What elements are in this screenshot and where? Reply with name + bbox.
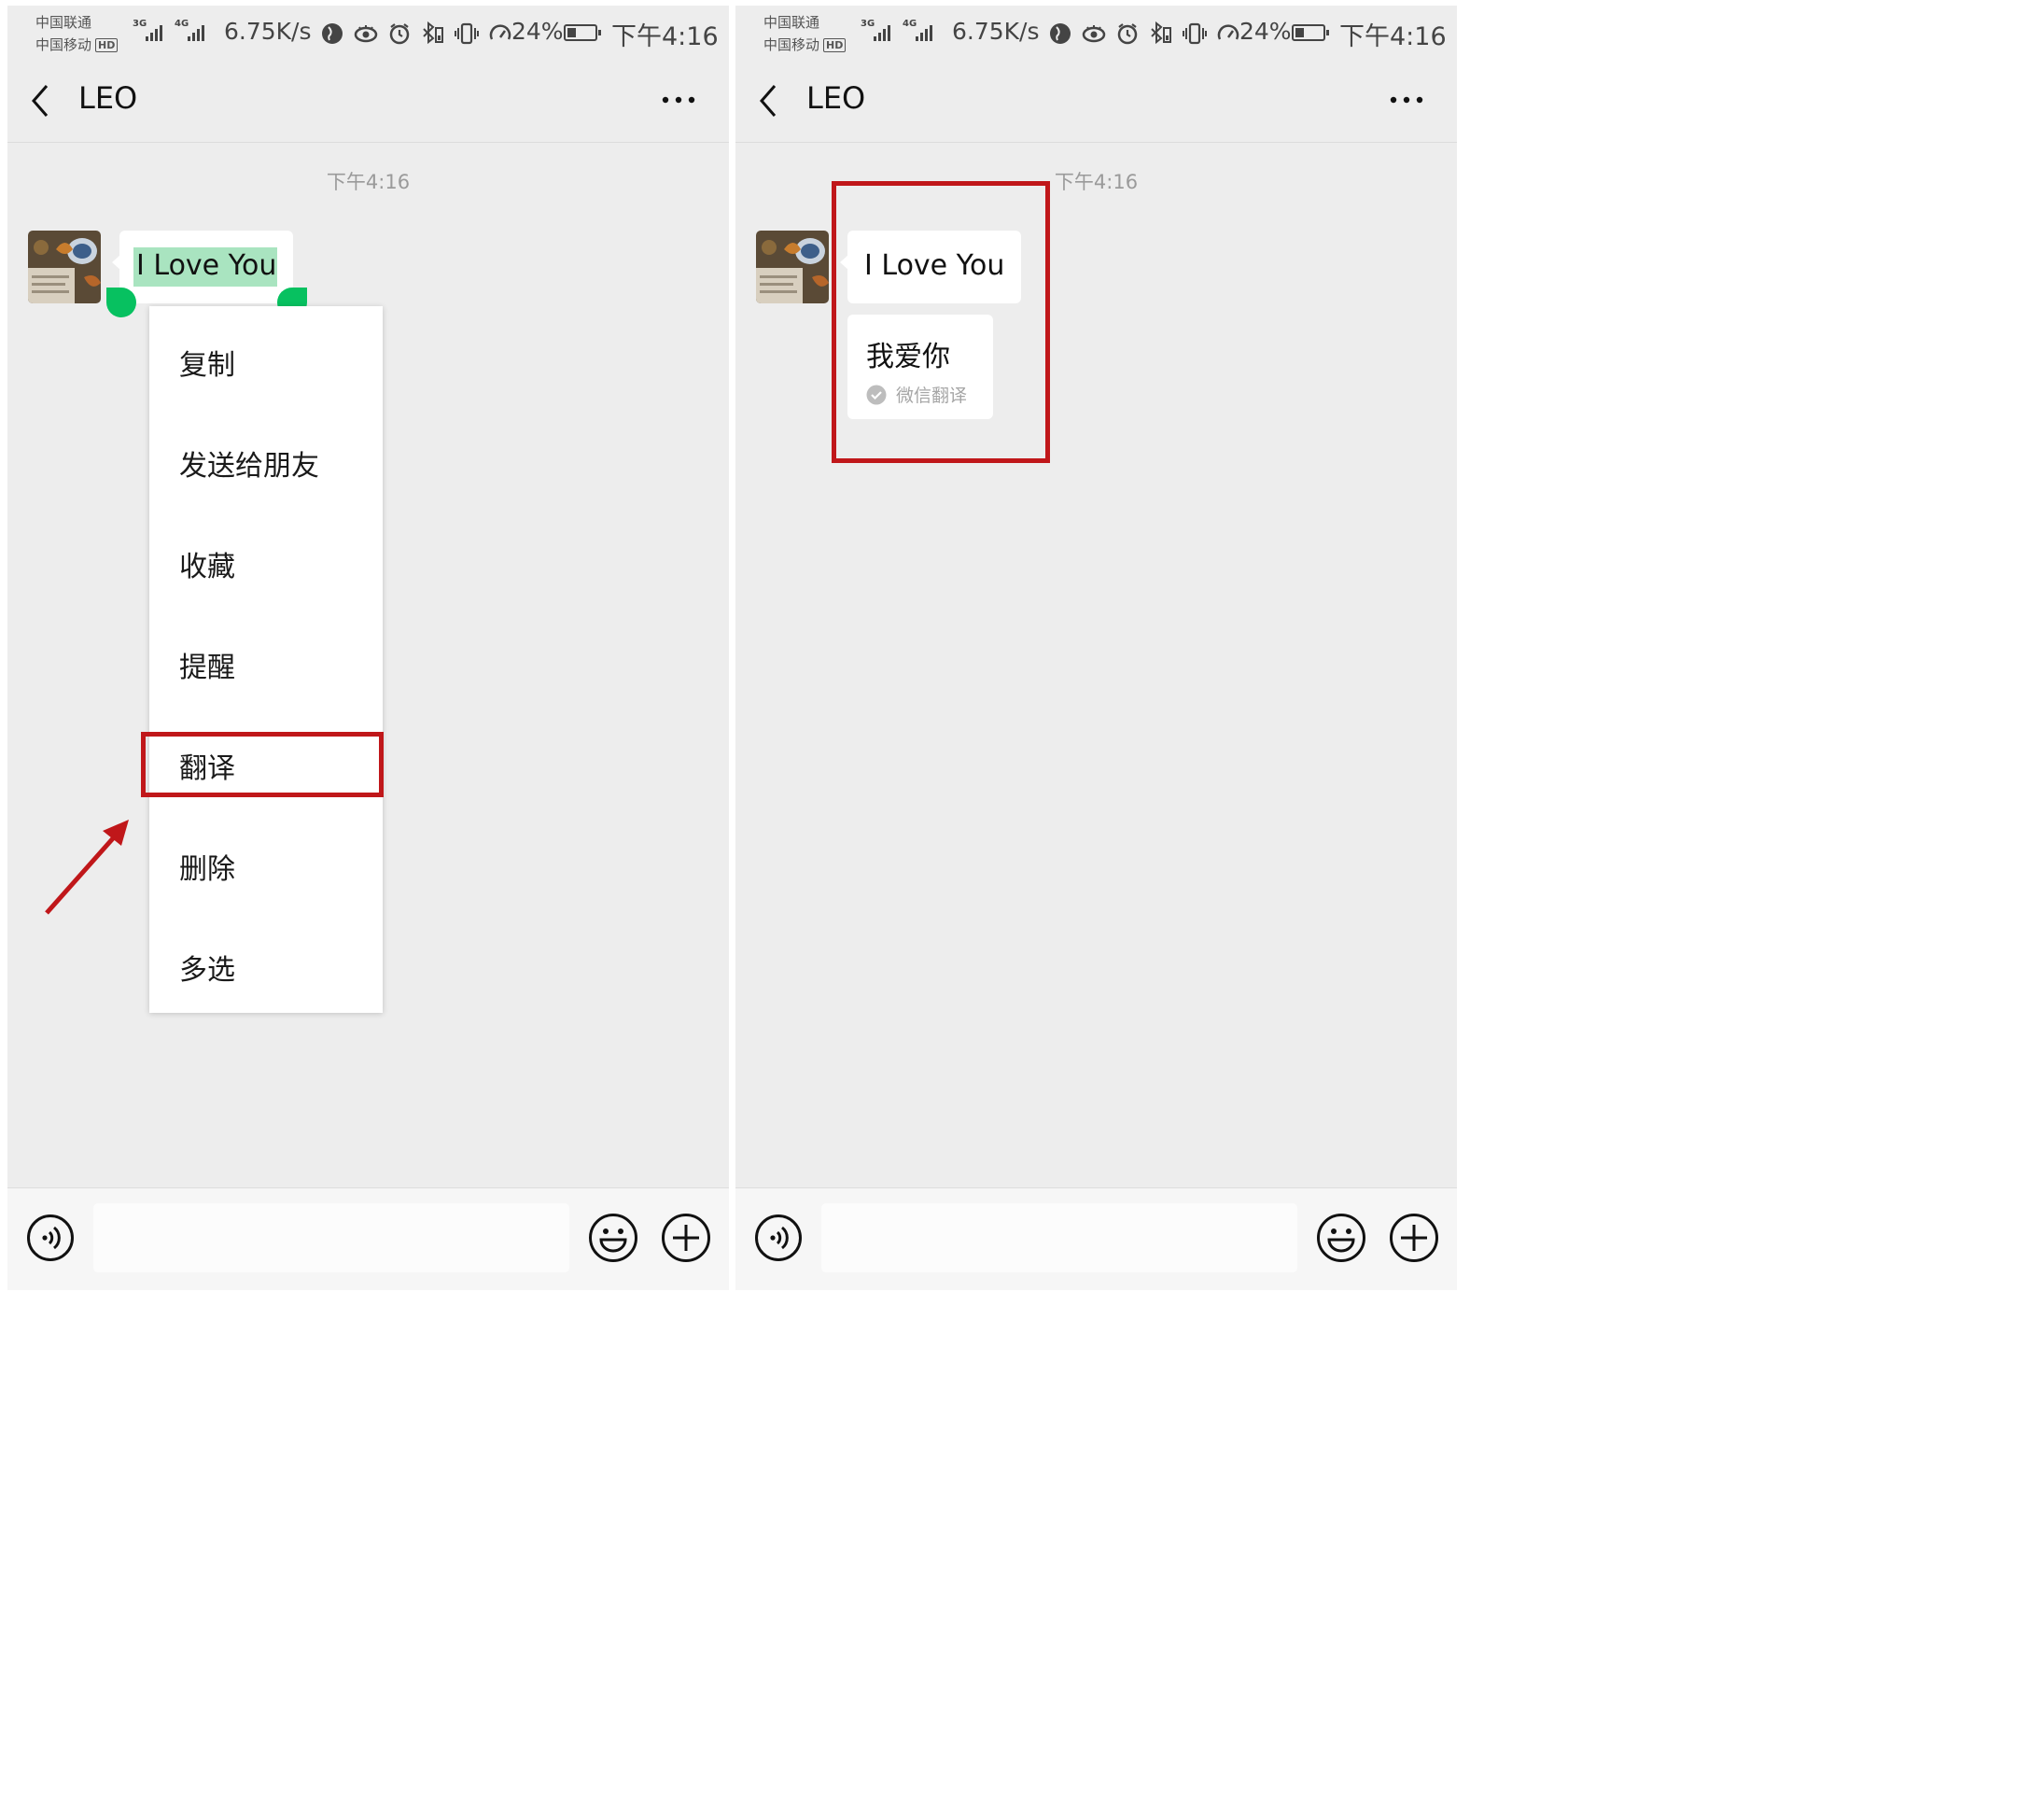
menu-item-favorite[interactable]: 收藏 bbox=[149, 508, 383, 609]
system-icons bbox=[1048, 15, 1240, 52]
eye-icon bbox=[354, 25, 378, 43]
chat-screen-right: 中国联通 中国移动 HD 3G 4G 6.75K/s 24% 下午4:16 LEO… bbox=[735, 6, 1457, 1290]
annotation-arrow-icon bbox=[45, 820, 129, 915]
emoji-icon[interactable] bbox=[1316, 1213, 1366, 1263]
menu-item-remind[interactable]: 提醒 bbox=[149, 609, 383, 709]
speedometer-icon bbox=[1217, 24, 1239, 40]
message-bubble[interactable]: I Love You bbox=[112, 231, 293, 303]
menu-item-send-to-friend[interactable]: 发送给朋友 bbox=[149, 407, 383, 508]
hd-badge: HD bbox=[823, 38, 847, 52]
status-bar: 中国联通 中国移动 HD 3G 4G 6.75K/s 24% 下午4:16 bbox=[735, 6, 1457, 62]
globe-icon bbox=[1050, 23, 1071, 44]
battery-charging-icon bbox=[564, 24, 601, 41]
battery-charging-icon bbox=[1292, 24, 1329, 41]
carrier-2: 中国移动 bbox=[35, 36, 92, 53]
chevron-left-icon[interactable] bbox=[26, 82, 54, 119]
avatar[interactable] bbox=[756, 231, 829, 303]
message-text: I Love You bbox=[136, 249, 277, 282]
voice-input-icon[interactable] bbox=[26, 1214, 75, 1262]
carrier-1: 中国联通 bbox=[763, 14, 820, 31]
system-icons bbox=[320, 15, 512, 52]
status-time: 下午4:16 bbox=[611, 22, 719, 51]
speedometer-icon bbox=[489, 24, 511, 40]
more-dots-icon[interactable] bbox=[1388, 93, 1425, 106]
voice-input-icon[interactable] bbox=[754, 1214, 803, 1262]
status-time: 下午4:16 bbox=[1339, 22, 1447, 51]
message-input[interactable] bbox=[821, 1203, 1297, 1272]
chat-header: LEO bbox=[7, 62, 729, 143]
translate-highlight-box bbox=[141, 732, 384, 797]
alarm-icon bbox=[389, 23, 410, 45]
alarm-icon bbox=[1117, 23, 1138, 45]
carrier-2: 中国移动 bbox=[763, 36, 820, 53]
hd-badge: HD bbox=[95, 38, 119, 52]
battery-percent: 24% bbox=[1239, 18, 1292, 45]
menu-item-copy[interactable]: 复制 bbox=[149, 306, 383, 407]
network-speed: 6.75K/s bbox=[224, 18, 312, 45]
signal-3g-icon: 3G bbox=[133, 19, 170, 43]
selection-handle-start[interactable] bbox=[106, 288, 136, 317]
input-bar bbox=[7, 1187, 729, 1290]
vibrate-icon bbox=[1183, 22, 1207, 45]
vibrate-icon bbox=[455, 22, 479, 45]
avatar[interactable] bbox=[28, 231, 101, 303]
signal-4g-icon: 4G bbox=[903, 19, 940, 43]
menu-item-multi-select[interactable]: 多选 bbox=[149, 911, 383, 1012]
plus-icon[interactable] bbox=[661, 1213, 711, 1263]
more-dots-icon[interactable] bbox=[660, 93, 697, 106]
chevron-left-icon[interactable] bbox=[754, 82, 782, 119]
network-speed: 6.75K/s bbox=[952, 18, 1040, 45]
bluetooth-battery-icon bbox=[1151, 21, 1171, 45]
battery-percent: 24% bbox=[511, 18, 564, 45]
carrier-names: 中国联通 中国移动 HD bbox=[763, 11, 847, 56]
status-bar: 中国联通 中国移动 HD 3G 4G 6.75K/s 24% 下午4:16 bbox=[7, 6, 729, 62]
bluetooth-battery-icon bbox=[423, 21, 443, 45]
carrier-names: 中国联通 中国移动 HD bbox=[35, 11, 119, 56]
eye-icon bbox=[1082, 25, 1106, 43]
menu-item-delete[interactable]: 删除 bbox=[149, 810, 383, 911]
emoji-icon[interactable] bbox=[588, 1213, 638, 1263]
context-menu: 复制 发送给朋友 收藏 提醒 翻译 删除 多选 bbox=[149, 306, 383, 1013]
contact-name: LEO bbox=[806, 80, 866, 116]
chat-header: LEO bbox=[735, 62, 1457, 143]
message-input[interactable] bbox=[93, 1203, 569, 1272]
carrier-1: 中国联通 bbox=[35, 14, 92, 31]
signal-4g-icon: 4G bbox=[175, 19, 212, 43]
signal-3g-icon: 3G bbox=[861, 19, 898, 43]
input-bar bbox=[735, 1187, 1457, 1290]
chat-screen-left: 中国联通 中国移动 HD 3G 4G 6.75K/s 24% 下午4:16 LEO… bbox=[7, 6, 729, 1290]
globe-icon bbox=[322, 23, 343, 44]
plus-icon[interactable] bbox=[1389, 1213, 1439, 1263]
message-timestamp: 下午4:16 bbox=[326, 171, 411, 193]
contact-name: LEO bbox=[78, 80, 138, 116]
translation-highlight-box bbox=[832, 181, 1050, 463]
